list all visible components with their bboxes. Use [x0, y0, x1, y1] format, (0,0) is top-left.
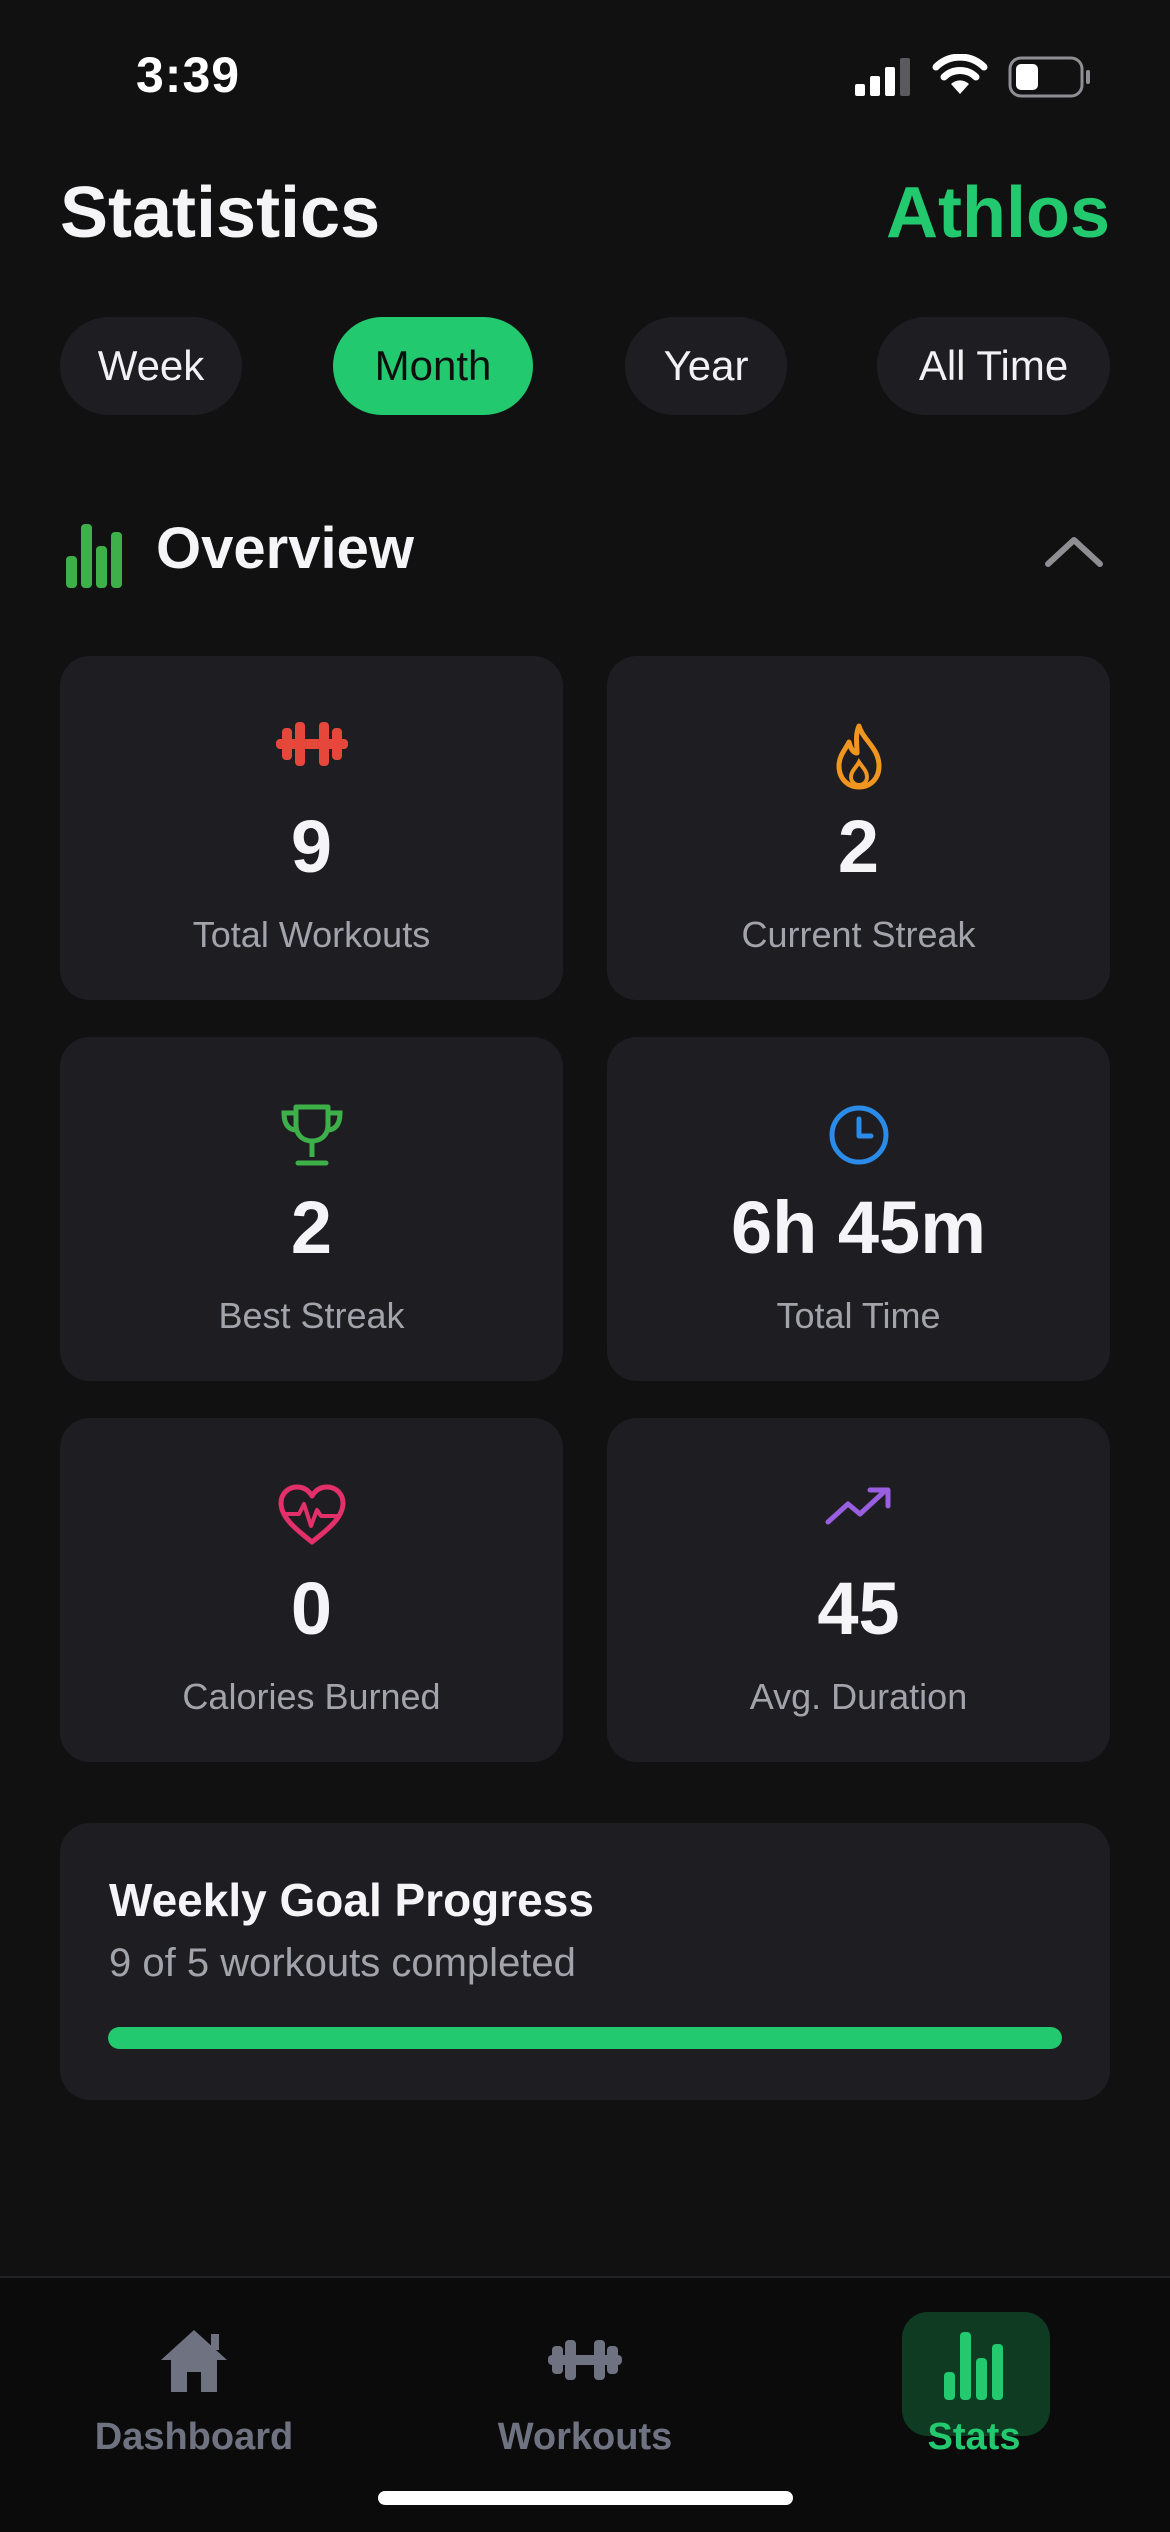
cellular-signal-icon: [855, 58, 910, 96]
tab-year[interactable]: Year: [625, 317, 787, 415]
battery-icon: [1008, 56, 1090, 98]
brand-logo-text: Athlos: [886, 173, 1110, 253]
stat-value: 45: [817, 1567, 900, 1650]
stat-card-best-streak: 2 Best Streak: [60, 1037, 563, 1381]
stat-value: 9: [290, 805, 333, 888]
trending-up-icon: [825, 1487, 890, 1525]
stat-value: 6h 45m: [730, 1186, 987, 1269]
stat-label: Total Time: [776, 1295, 941, 1336]
nav-dashboard[interactable]: Dashboard: [74, 2312, 314, 2458]
goal-progress-bar: [108, 2027, 1062, 2049]
stat-card-total-time: 6h 45m Total Time: [607, 1037, 1110, 1381]
dumbbell-icon: [275, 722, 348, 766]
status-bar: 3:39: [0, 0, 1170, 150]
flame-icon: [836, 723, 881, 790]
clock-icon: [829, 1105, 888, 1165]
home-icon: [161, 2330, 227, 2392]
statistics-screen: 3:39 Statistics Athlos Week Month Year A…: [0, 0, 1170, 2532]
tab-all-time[interactable]: All Time: [877, 317, 1110, 415]
stat-label: Best Streak: [218, 1295, 405, 1336]
goal-subtitle: 9 of 5 workouts completed: [109, 1941, 576, 1985]
stat-card-current-streak: 2 Current Streak: [607, 656, 1110, 1000]
stat-label: Avg. Duration: [749, 1676, 968, 1717]
bar-chart-icon: [66, 524, 122, 588]
stat-value: 2: [837, 805, 880, 888]
nav-label: Stats: [927, 2416, 1021, 2458]
page-title: Statistics: [60, 173, 381, 253]
stat-value: 2: [290, 1186, 333, 1269]
nav-stats[interactable]: Stats: [854, 2312, 1094, 2458]
heartbeat-icon: [278, 1484, 345, 1545]
goal-progress-fill: [108, 2027, 1062, 2049]
wifi-icon: [932, 54, 988, 94]
home-indicator: [378, 2491, 793, 2505]
bar-chart-icon: [944, 2332, 1003, 2400]
nav-label: Workouts: [497, 2416, 673, 2458]
status-time: 3:39: [136, 47, 241, 103]
stat-label: Total Workouts: [192, 914, 431, 955]
nav-workouts[interactable]: Workouts: [465, 2312, 705, 2458]
stat-value: 0: [290, 1567, 333, 1650]
chevron-up-icon[interactable]: [1042, 532, 1106, 572]
goal-title: Weekly Goal Progress: [109, 1874, 594, 1926]
trophy-icon: [280, 1104, 343, 1166]
stat-card-calories-burned: 0 Calories Burned: [60, 1418, 563, 1762]
tab-month[interactable]: Month: [333, 317, 533, 415]
dumbbell-icon: [548, 2340, 622, 2380]
overview-heading: Overview: [156, 516, 414, 581]
tab-week[interactable]: Week: [60, 317, 242, 415]
stat-card-avg-duration: 45 Avg. Duration: [607, 1418, 1110, 1762]
nav-label: Dashboard: [94, 2416, 294, 2458]
stat-label: Current Streak: [741, 914, 976, 955]
stat-card-total-workouts: 9 Total Workouts: [60, 656, 563, 1000]
weekly-goal-card: Weekly Goal Progress 9 of 5 workouts com…: [60, 1823, 1110, 2100]
stat-label: Calories Burned: [182, 1676, 441, 1717]
